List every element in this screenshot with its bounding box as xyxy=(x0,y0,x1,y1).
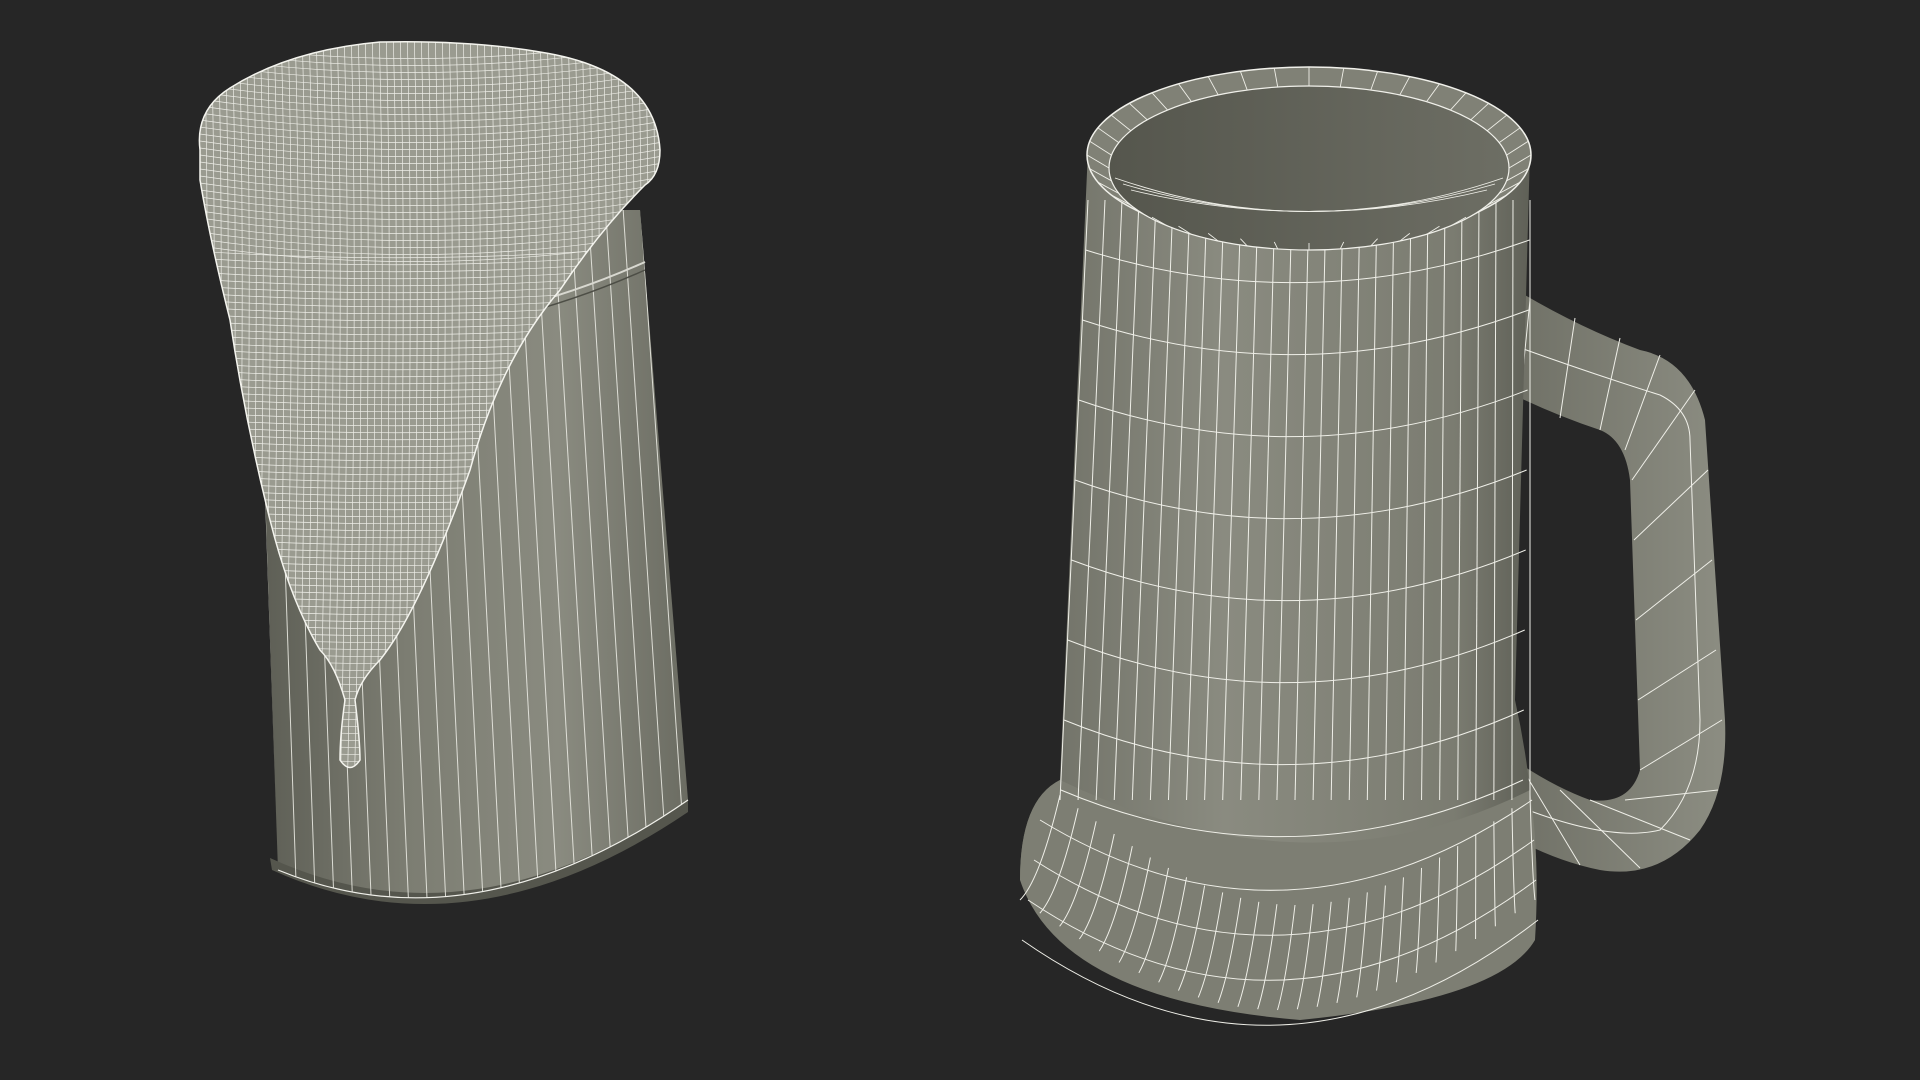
wire-edge xyxy=(186,30,193,800)
foam-column-object xyxy=(186,30,689,905)
beer-mug-object xyxy=(1019,66,1726,1026)
3d-viewport xyxy=(0,0,1920,1080)
scene-render xyxy=(186,30,1726,1026)
